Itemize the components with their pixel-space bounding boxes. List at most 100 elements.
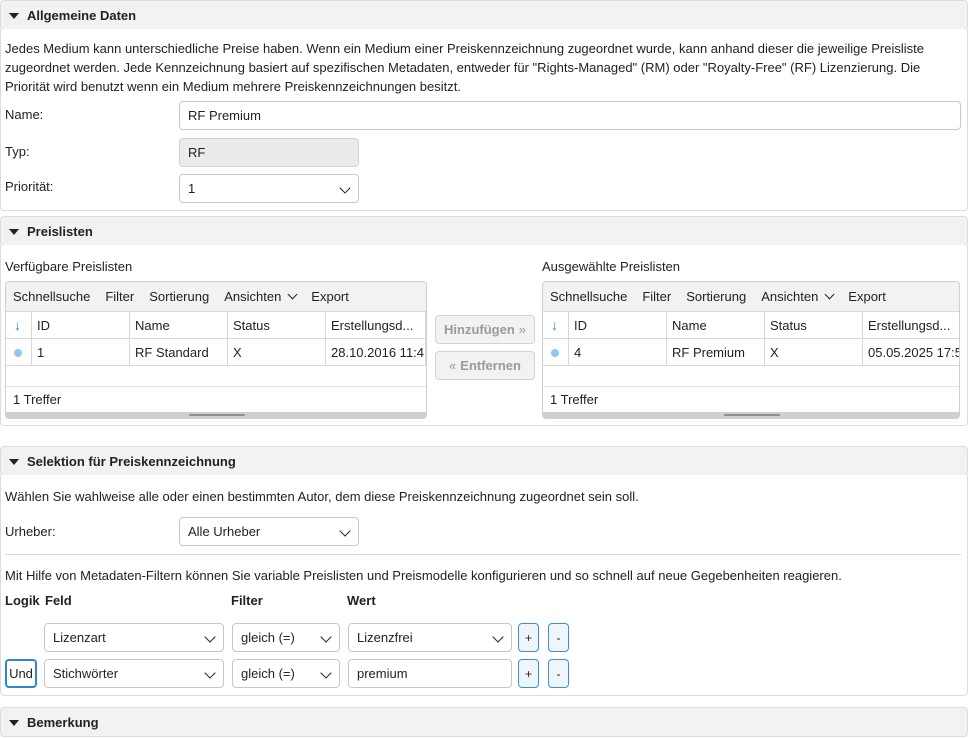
chevron-down-icon xyxy=(204,667,216,679)
section-body-pricelists: Verfügbare Preislisten Ausgewählte Preis… xyxy=(0,245,968,426)
chevron-down-icon xyxy=(320,667,332,679)
section-header-selection[interactable]: Selektion für Preiskennzeichnung xyxy=(0,446,968,476)
divider xyxy=(5,554,961,555)
filter-button[interactable]: Filter xyxy=(642,289,671,304)
section-header-remarks[interactable]: Bemerkung xyxy=(0,707,968,737)
grid-toolbar: Schnellsuche Filter Sortierung Ansichten… xyxy=(6,282,426,312)
chevron-down-icon xyxy=(339,182,351,194)
sort-column-header[interactable]: ↓ xyxy=(543,312,569,339)
add-filter-row-button[interactable]: + xyxy=(518,623,539,652)
priority-select-value: 1 xyxy=(188,181,196,196)
available-pricelists-label: Verfügbare Preislisten xyxy=(5,259,133,274)
sort-arrow-down-icon: ↓ xyxy=(14,317,21,333)
remove-filter-row-button[interactable]: - xyxy=(548,623,569,652)
column-header-created[interactable]: Erstellungsd... xyxy=(326,312,426,339)
author-label: Urheber: xyxy=(5,524,56,539)
column-header-status[interactable]: Status xyxy=(228,312,326,339)
cell-status: X xyxy=(765,339,863,366)
views-label: Ansichten xyxy=(761,289,819,304)
filter-operator-value: gleich (=) xyxy=(241,666,295,681)
sort-button[interactable]: Sortierung xyxy=(686,289,746,304)
filter-operator-select[interactable]: gleich (=) xyxy=(232,659,340,688)
selected-pricelists-grid: Schnellsuche Filter Sortierung Ansichten… xyxy=(542,281,960,419)
status-dot-icon xyxy=(551,349,559,357)
chevron-down-icon xyxy=(204,631,216,643)
sort-column-header[interactable]: ↓ xyxy=(6,312,32,339)
name-label: Name: xyxy=(5,107,44,122)
filter-value-value: Lizenzfrei xyxy=(357,630,413,645)
column-header-status[interactable]: Status xyxy=(765,312,863,339)
section-body-selection: Wählen Sie wahlweise alle oder einen bes… xyxy=(0,475,968,696)
filter-button[interactable]: Filter xyxy=(105,289,134,304)
chevron-down-icon xyxy=(339,525,351,537)
filter-field-value: Stichwörter xyxy=(53,666,119,681)
row-indicator xyxy=(543,339,569,366)
table-row[interactable]: 1 RF Standard X 28.10.2016 11:4 xyxy=(6,339,426,366)
filter-operator-select[interactable]: gleich (=) xyxy=(232,623,340,652)
horizontal-scrollbar[interactable] xyxy=(543,412,959,418)
chevron-down-icon xyxy=(824,289,835,300)
name-input-value: RF Premium xyxy=(188,108,261,123)
column-header-name[interactable]: Name xyxy=(130,312,228,339)
name-input[interactable]: RF Premium xyxy=(179,101,961,130)
available-pricelists-grid: Schnellsuche Filter Sortierung Ansichten… xyxy=(5,281,427,419)
cell-created: 28.10.2016 11:4 xyxy=(326,339,426,366)
horizontal-scrollbar[interactable] xyxy=(6,412,426,418)
type-field: RF xyxy=(179,138,359,167)
filter-field-value: Lizenzart xyxy=(53,630,106,645)
type-field-value: RF xyxy=(188,145,206,160)
general-description: Jedes Medium kann unterschiedliche Preis… xyxy=(5,41,924,94)
grid-header-row: ↓ ID Name Status Erstellungsd... xyxy=(543,312,959,339)
type-label: Typ: xyxy=(5,144,30,159)
cell-status: X xyxy=(228,339,326,366)
cell-id: 4 xyxy=(569,339,667,366)
section-title-general: Allgemeine Daten xyxy=(27,7,137,23)
column-header-filter: Filter xyxy=(231,593,263,608)
section-body-general: Jedes Medium kann unterschiedliche Preis… xyxy=(0,29,968,211)
priority-select[interactable]: 1 xyxy=(179,174,359,203)
filter-field-select[interactable]: Stichwörter xyxy=(44,659,224,688)
result-count: 1 Treffer xyxy=(6,386,426,412)
logic-toggle-button[interactable]: Und xyxy=(5,659,37,688)
views-dropdown[interactable]: Ansichten xyxy=(224,289,298,304)
status-dot-icon xyxy=(14,349,22,357)
column-header-id[interactable]: ID xyxy=(569,312,667,339)
add-button[interactable]: Hinzufügen » xyxy=(435,315,535,344)
quicksearch-button[interactable]: Schnellsuche xyxy=(13,289,90,304)
column-header-field: Feld xyxy=(45,593,72,608)
export-button[interactable]: Export xyxy=(848,289,886,304)
selected-pricelists-label: Ausgewählte Preislisten xyxy=(542,259,681,274)
sort-button[interactable]: Sortierung xyxy=(149,289,209,304)
collapse-triangle-icon xyxy=(9,12,19,19)
scrollbar-thumb[interactable] xyxy=(189,414,245,416)
export-button[interactable]: Export xyxy=(311,289,349,304)
column-header-name[interactable]: Name xyxy=(667,312,765,339)
section-title-pricelists: Preislisten xyxy=(27,223,93,239)
grid-toolbar: Schnellsuche Filter Sortierung Ansichten… xyxy=(543,282,959,312)
remove-button[interactable]: « Entfernen xyxy=(435,351,535,380)
section-header-pricelists[interactable]: Preislisten xyxy=(0,216,968,246)
collapse-triangle-icon xyxy=(9,458,19,465)
double-chevron-left-icon: « xyxy=(449,358,457,373)
filter-value-input[interactable]: premium xyxy=(348,659,512,688)
filter-field-select[interactable]: Lizenzart xyxy=(44,623,224,652)
column-header-id[interactable]: ID xyxy=(32,312,130,339)
remove-filter-row-button[interactable]: - xyxy=(548,659,569,688)
author-select[interactable]: Alle Urheber xyxy=(179,517,359,546)
section-header-general[interactable]: Allgemeine Daten xyxy=(0,0,968,30)
views-dropdown[interactable]: Ansichten xyxy=(761,289,835,304)
column-header-logic: Logik xyxy=(5,593,40,608)
scrollbar-thumb[interactable] xyxy=(724,414,780,416)
add-filter-row-button[interactable]: + xyxy=(518,659,539,688)
remove-button-label: Entfernen xyxy=(460,358,521,373)
result-count: 1 Treffer xyxy=(543,386,959,412)
filter-value-text: premium xyxy=(357,666,408,681)
filter-operator-value: gleich (=) xyxy=(241,630,295,645)
filter-value-select[interactable]: Lizenzfrei xyxy=(348,623,512,652)
quicksearch-button[interactable]: Schnellsuche xyxy=(550,289,627,304)
collapse-triangle-icon xyxy=(9,719,19,726)
sort-arrow-down-icon: ↓ xyxy=(551,317,558,333)
section-title-selection: Selektion für Preiskennzeichnung xyxy=(27,453,236,469)
table-row[interactable]: 4 RF Premium X 05.05.2025 17:5 xyxy=(543,339,959,366)
column-header-created[interactable]: Erstellungsd... xyxy=(863,312,959,339)
